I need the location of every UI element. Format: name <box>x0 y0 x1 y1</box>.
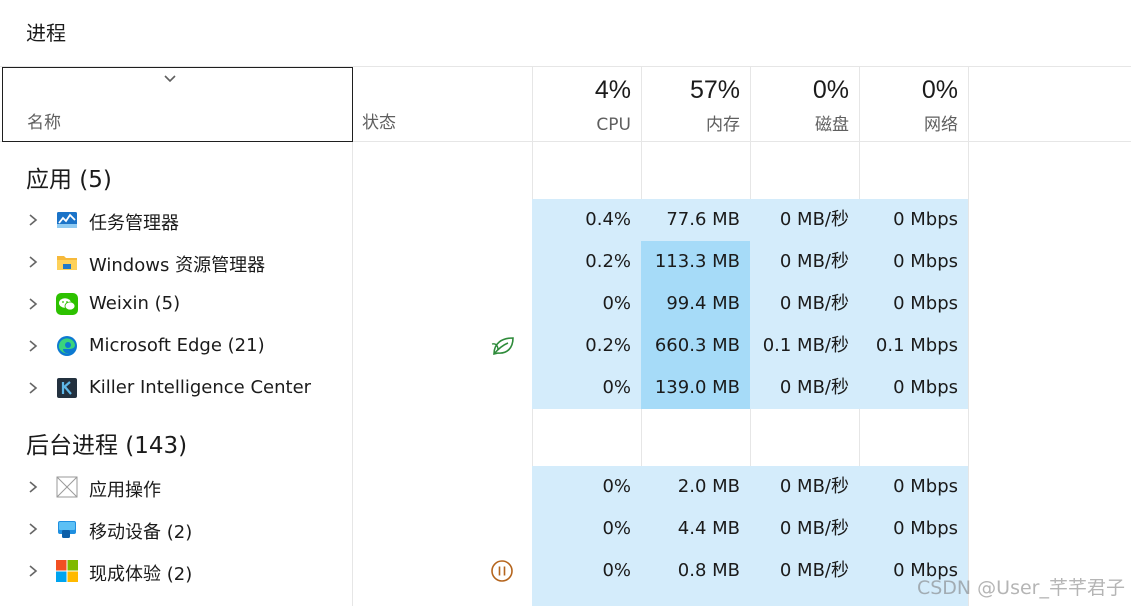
efficiency-leaf-icon <box>491 337 514 356</box>
column-name-label: 名称 <box>27 113 61 133</box>
chevron-right-icon[interactable] <box>28 213 38 227</box>
network-cell: 0.1 Mbps <box>859 325 968 367</box>
page-title: 进程 <box>26 21 66 45</box>
cpu-total-percent: 4% <box>594 76 631 104</box>
process-name: 任务管理器 <box>89 213 179 234</box>
wechat-icon <box>56 293 78 315</box>
chevron-down-icon <box>164 75 176 83</box>
column-header-cpu[interactable]: 4% CPU <box>532 67 641 142</box>
task-manager-icon <box>57 212 77 228</box>
column-header-status[interactable]: 状态 <box>362 108 396 133</box>
memory-cell <box>641 592 750 606</box>
network-cell: 0 Mbps <box>859 508 968 550</box>
group-title-background: 后台进程 (143) <box>26 433 188 459</box>
cpu-label: CPU <box>596 115 631 135</box>
microsoft-logo-icon <box>56 560 78 582</box>
memory-total-percent: 57% <box>689 76 740 104</box>
process-name: 移动设备 (2) <box>89 522 193 543</box>
folder-icon <box>57 256 77 270</box>
chevron-right-icon[interactable] <box>28 255 38 269</box>
column-header-memory[interactable]: 57% 内存 <box>641 67 750 142</box>
mobile-device-icon <box>58 521 76 538</box>
process-name: Weixin (5) <box>89 293 181 314</box>
killer-icon <box>57 378 77 398</box>
memory-cell: 2.0 MB <box>641 466 750 508</box>
process-name: Windows 资源管理器 <box>89 255 266 276</box>
memory-cell: 139.0 MB <box>641 367 750 409</box>
process-row-app-actions[interactable]: 应用操作 0% 2.0 MB 0 MB/秒 0 Mbps <box>0 466 1131 508</box>
memory-cell: 99.4 MB <box>641 283 750 325</box>
disk-cell: 0 MB/秒 <box>750 283 859 325</box>
network-cell: 0 Mbps <box>859 283 968 325</box>
column-header-row: 名称 状态 4% CPU 57% 内存 0% 磁盘 0% 网络 <box>0 66 1131 142</box>
disk-cell: 0 MB/秒 <box>750 241 859 283</box>
chevron-right-icon[interactable] <box>28 564 38 578</box>
memory-cell: 660.3 MB <box>641 325 750 367</box>
disk-cell: 0 MB/秒 <box>750 550 859 592</box>
network-cell: 0 Mbps <box>859 241 968 283</box>
disk-total-percent: 0% <box>812 76 849 104</box>
column-header-disk[interactable]: 0% 磁盘 <box>750 67 859 142</box>
column-header-network[interactable]: 0% 网络 <box>859 67 968 142</box>
memory-cell: 0.8 MB <box>641 550 750 592</box>
chevron-right-icon[interactable] <box>28 339 38 353</box>
network-cell: 0 Mbps <box>859 199 968 241</box>
process-name: Microsoft Edge (21) <box>89 335 265 356</box>
chevron-right-icon[interactable] <box>28 381 38 395</box>
disk-cell: 0 MB/秒 <box>750 508 859 550</box>
cpu-cell: 0% <box>532 283 641 325</box>
disk-cell: 0.1 MB/秒 <box>750 325 859 367</box>
cpu-cell: 0% <box>532 466 641 508</box>
column-divider <box>968 67 969 142</box>
process-row-mobile-devices[interactable]: 移动设备 (2) 0% 4.4 MB 0 MB/秒 0 Mbps <box>0 508 1131 550</box>
process-name: 现成体验 (2) <box>89 564 193 585</box>
app-actions-icon <box>56 476 78 498</box>
cpu-cell: 0.2% <box>532 241 641 283</box>
process-row-microsoft-edge[interactable]: Microsoft Edge (21) 0.2% 660.3 MB 0.1 MB… <box>0 325 1131 367</box>
memory-cell: 4.4 MB <box>641 508 750 550</box>
network-total-percent: 0% <box>921 76 958 104</box>
cpu-cell: 0% <box>532 367 641 409</box>
memory-label: 内存 <box>706 115 740 135</box>
disk-cell: 0 MB/秒 <box>750 466 859 508</box>
process-row-weixin[interactable]: Weixin (5) 0% 99.4 MB 0 MB/秒 0 Mbps <box>0 283 1131 325</box>
column-header-name[interactable]: 名称 <box>2 67 353 142</box>
chevron-right-icon[interactable] <box>28 297 38 311</box>
process-name: Killer Intelligence Center <box>89 377 312 398</box>
cpu-cell: 0.4% <box>532 199 641 241</box>
network-cell: 0 Mbps <box>859 367 968 409</box>
cpu-cell: 0% <box>532 550 641 592</box>
chevron-right-icon[interactable] <box>28 522 38 536</box>
suspended-icon <box>491 560 513 582</box>
cpu-cell: 0.2% <box>532 325 641 367</box>
process-name: 应用操作 <box>89 480 161 501</box>
group-title-apps: 应用 (5) <box>26 167 112 193</box>
watermark: CSDN @User_芊芊君子 <box>916 577 1125 599</box>
network-label: 网络 <box>924 115 958 135</box>
edge-icon <box>57 336 77 356</box>
disk-cell: 0 MB/秒 <box>750 199 859 241</box>
process-row-killer-intelligence-center[interactable]: Killer Intelligence Center 0% 139.0 MB 0… <box>0 367 1131 409</box>
disk-cell <box>750 592 859 606</box>
cpu-cell: 0% <box>532 508 641 550</box>
process-row-windows-explorer[interactable]: Windows 资源管理器 0.2% 113.3 MB 0 MB/秒 0 Mbp… <box>0 241 1131 283</box>
process-row-task-manager[interactable]: 任务管理器 0.4% 77.6 MB 0 MB/秒 0 Mbps <box>0 199 1131 241</box>
cpu-cell <box>532 592 641 606</box>
network-cell: 0 Mbps <box>859 466 968 508</box>
disk-cell: 0 MB/秒 <box>750 367 859 409</box>
memory-cell: 113.3 MB <box>641 241 750 283</box>
memory-cell: 77.6 MB <box>641 199 750 241</box>
chevron-right-icon[interactable] <box>28 480 38 494</box>
disk-label: 磁盘 <box>815 115 849 135</box>
